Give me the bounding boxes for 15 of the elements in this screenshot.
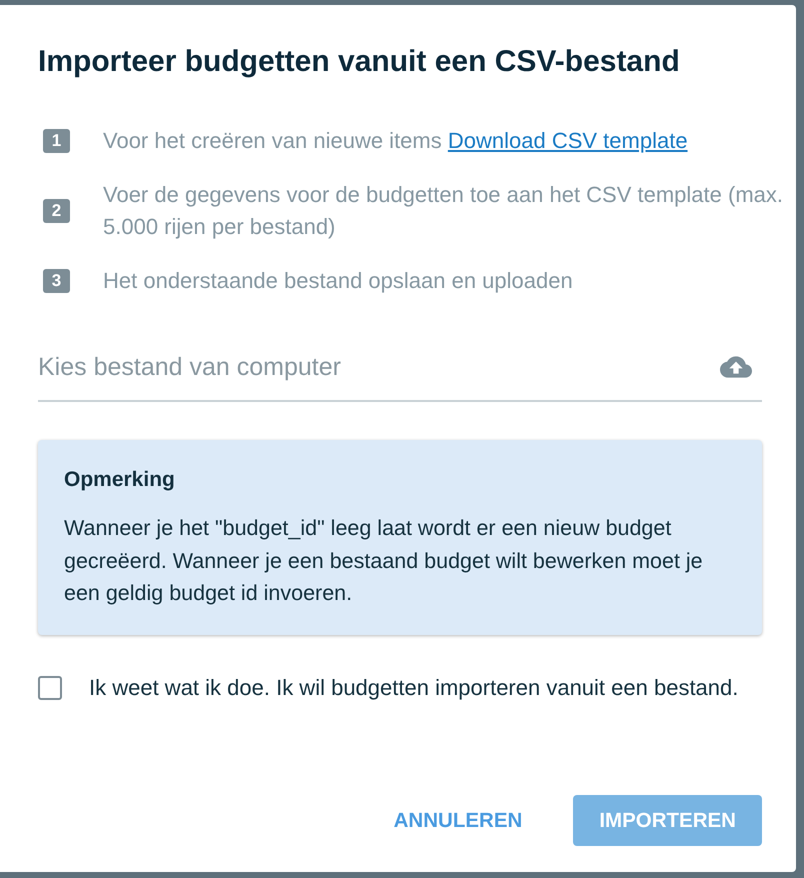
step-number: 2 <box>43 199 70 223</box>
step-number: 1 <box>43 129 70 153</box>
note-text: Wanneer je het "budget_id" leeg laat wordt er een nieuw budget gecreëerd. Wanneer je een bestaand budget wilt bewerken moet je een geldig budget id invoeren. <box>64 515 704 607</box>
checkbox-label: Ik weet wat ik doe. Ik wil budgetten importeren vanuit een bestand. <box>89 674 738 702</box>
step-text: Het onderstaande bestand opslaan en uploaden <box>103 267 574 295</box>
dialog-title: Importeer budgetten vanuit een CSV-bestand <box>38 45 681 79</box>
cancel-button[interactable]: ANNULEREN <box>378 794 538 846</box>
step-number: 3 <box>43 269 70 293</box>
note-title: Opmerking <box>64 468 176 492</box>
checkbox[interactable] <box>38 676 62 700</box>
step-text: Voor het creëren van nieuwe items Download CSV template <box>103 127 689 155</box>
step-text: Voer de gegevens voor de budgetten toe aan het CSV template (max. 5.000 rijen per bestand) <box>103 181 784 241</box>
file-field[interactable]: Kies bestand van computer <box>38 337 720 400</box>
upload-icon[interactable] <box>720 356 752 378</box>
download-link[interactable]: Download CSV template <box>448 128 688 153</box>
